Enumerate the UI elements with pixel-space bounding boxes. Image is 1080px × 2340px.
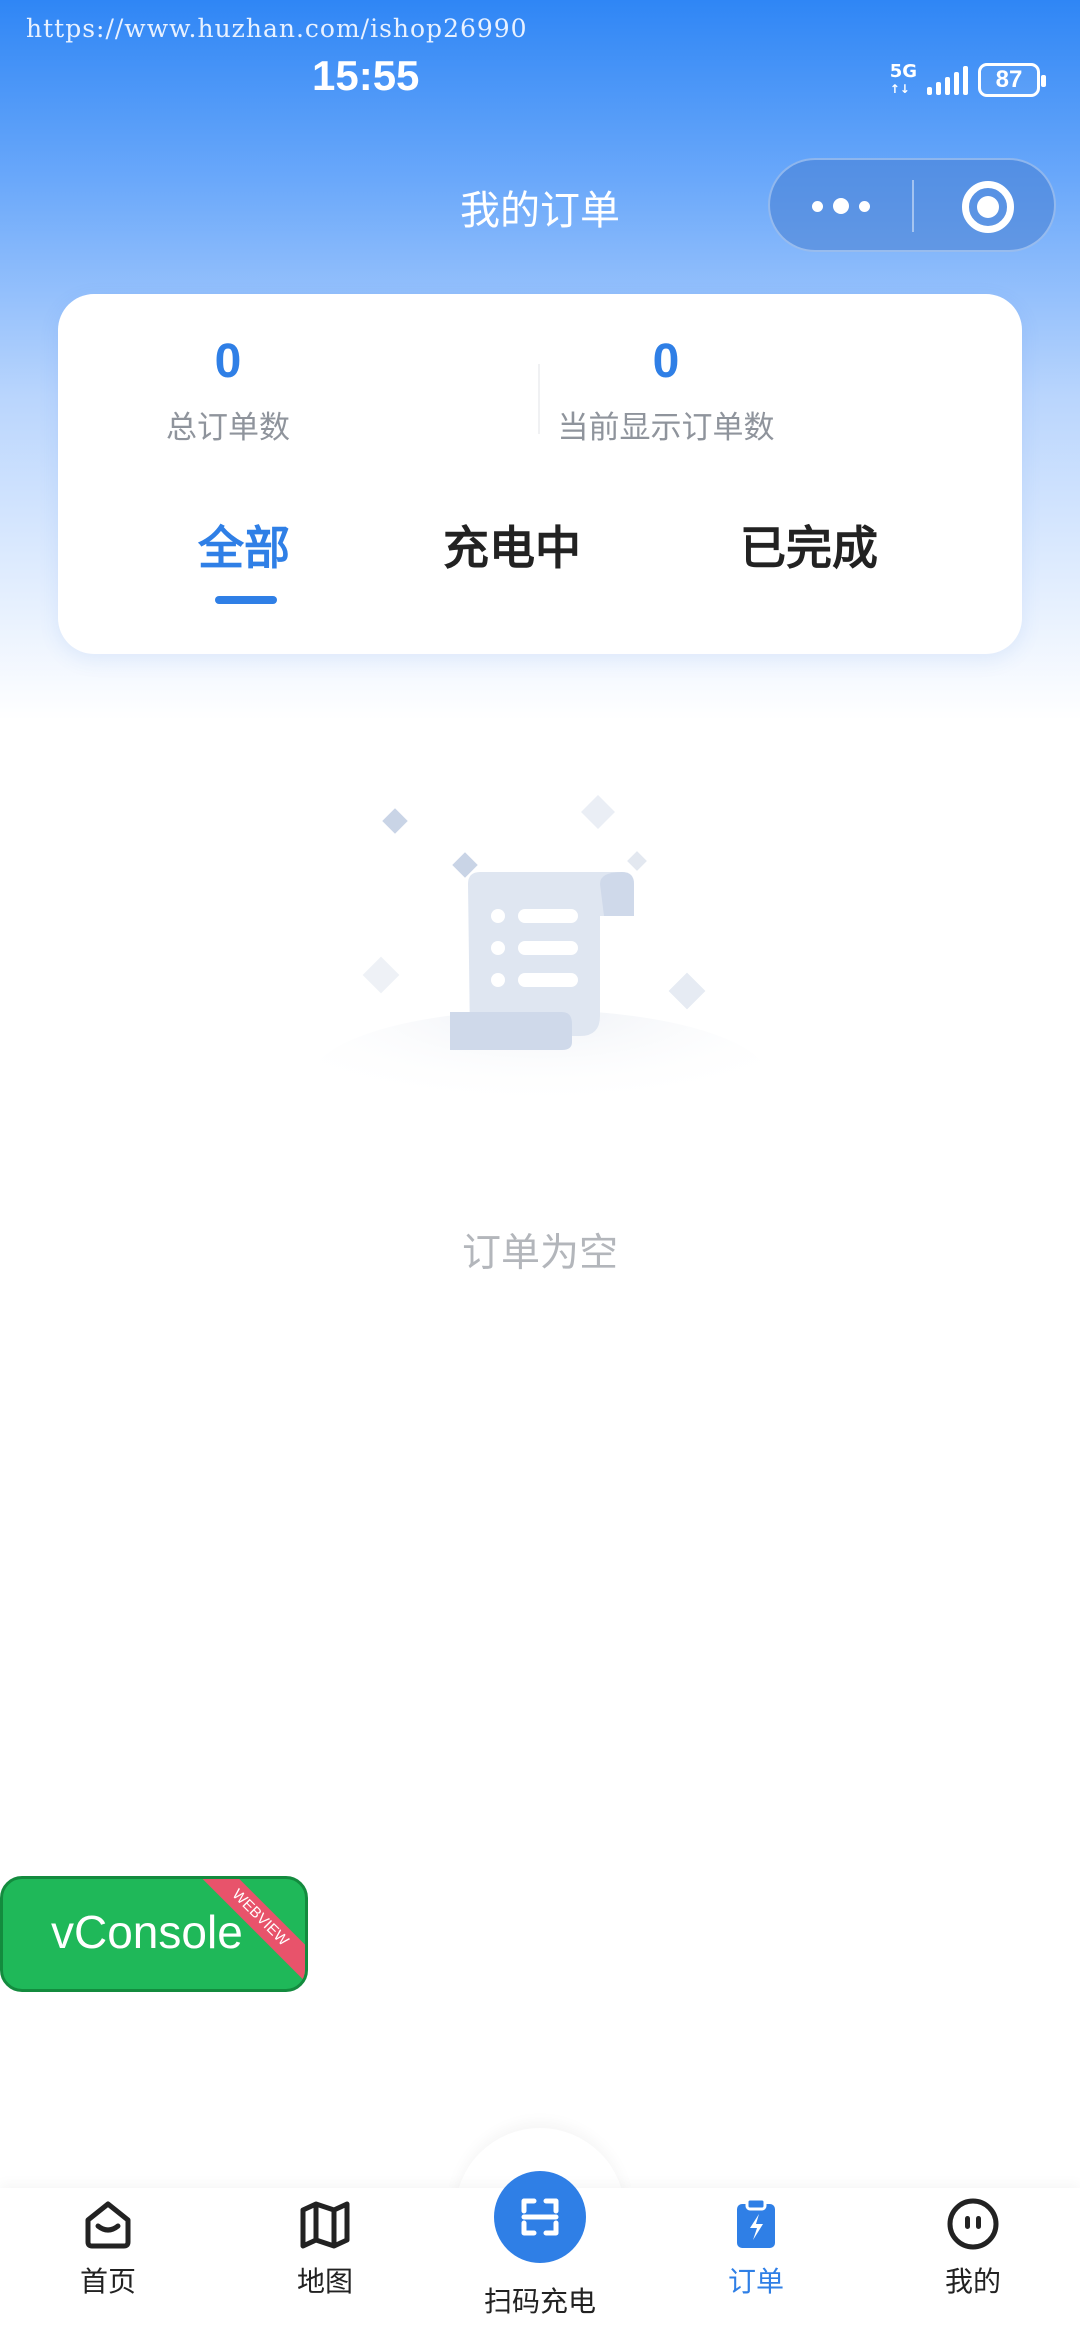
profile-face-icon (947, 2198, 999, 2250)
vconsole-label: vConsole (51, 1906, 243, 1958)
empty-state-text: 订单为空 (461, 1231, 618, 1276)
total-orders-count: 0 (214, 335, 242, 388)
shown-orders-label: 当前显示订单数 (557, 410, 775, 446)
total-orders-stat: 0 总订单数 (78, 336, 378, 447)
tabbar-item-map[interactable]: 地图 (255, 2196, 395, 2300)
watermark-url: https://www.huzhan.com/ishop26990 (26, 14, 528, 43)
order-summary-card: 0 总订单数 0 当前显示订单数 全部 充电中 已完成 (58, 294, 1022, 654)
total-orders-label: 总订单数 (166, 410, 290, 446)
network-type: 5G ↑↓ (889, 60, 917, 96)
tabbar-label-home: 首页 (79, 2265, 136, 2298)
shown-orders-stat: 0 当前显示订单数 (516, 336, 816, 447)
tabbar-label-profile: 我的 (944, 2265, 1001, 2298)
tabbar-item-orders[interactable]: 订单 (686, 2196, 826, 2300)
capsule-divider (912, 180, 914, 232)
tab-completed[interactable]: 已完成 (740, 512, 878, 578)
battery-icon: 87 (978, 63, 1046, 97)
tabbar-label-scan: 扫码充电 (483, 2285, 596, 2318)
tab-all[interactable]: 全部 (198, 512, 290, 578)
status-time: 15:55 (312, 52, 420, 99)
home-icon (85, 2201, 131, 2249)
tabbar-item-home[interactable]: 首页 (38, 2196, 178, 2300)
vconsole-button[interactable]: vConsole WEBVIEW (0, 1876, 308, 1992)
tabbar-label-map: 地图 (296, 2265, 353, 2298)
active-tab-indicator (215, 596, 277, 604)
tab-charging[interactable]: 充电中 (443, 512, 581, 578)
network-label: 5G (889, 60, 917, 82)
scan-icon (521, 2198, 559, 2236)
signal-icon (927, 65, 968, 95)
shown-orders-count: 0 (652, 335, 680, 388)
status-icons: 5G ↑↓ 87 (889, 60, 1046, 100)
more-dots-icon[interactable] (812, 190, 876, 222)
map-icon (300, 2201, 350, 2249)
tabbar-item-profile[interactable]: 我的 (903, 2196, 1043, 2300)
tabbar-label-orders: 订单 (727, 2265, 784, 2298)
scan-charge-button[interactable] (494, 2171, 586, 2263)
close-target-icon[interactable] (962, 181, 1014, 233)
battery-level: 87 (995, 66, 1023, 93)
empty-document-illustration (310, 795, 770, 1100)
order-clipboard-icon (737, 2197, 775, 2248)
miniprogram-capsule (768, 158, 1056, 252)
